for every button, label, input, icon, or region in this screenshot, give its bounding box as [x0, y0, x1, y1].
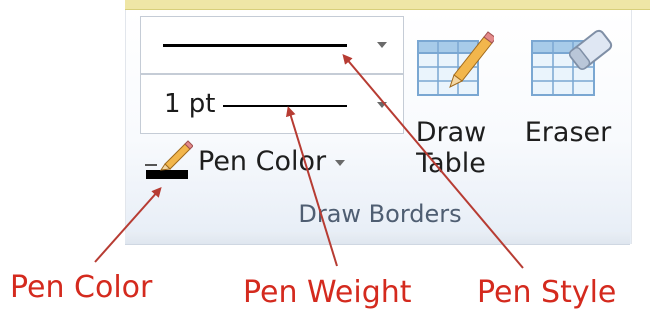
pen-color-arrow — [94, 187, 162, 263]
pen-style-callout: Pen Style — [477, 275, 617, 310]
pen-weight-arrow — [285, 106, 338, 267]
pen-color-callout: Pen Color — [10, 270, 153, 305]
pen-weight-callout: Pen Weight — [243, 275, 412, 310]
pen-style-arrow — [342, 53, 524, 269]
